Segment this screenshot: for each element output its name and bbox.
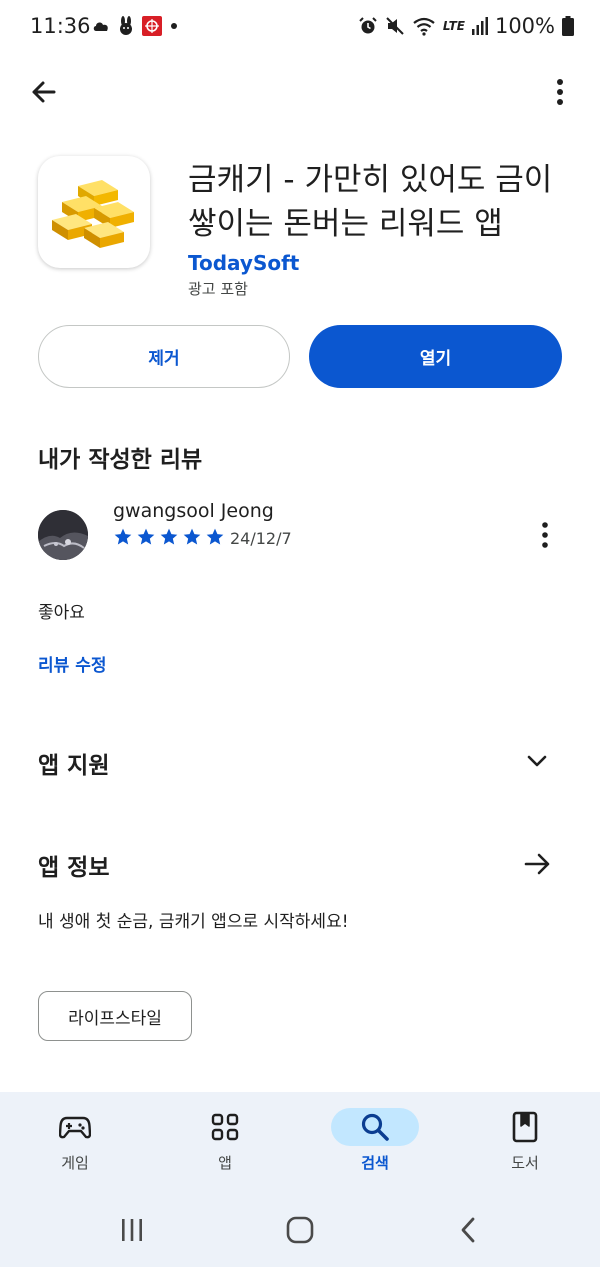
nav-item-books[interactable]: 도서 <box>450 1092 600 1184</box>
avatar-photo <box>38 510 88 560</box>
arrow-right-icon[interactable] <box>522 849 552 879</box>
status-time: 11:36 <box>30 14 91 38</box>
reviewer-name: gwangsool Jeong <box>113 500 274 522</box>
signal-icon <box>471 17 488 35</box>
nav-pill <box>481 1108 569 1146</box>
top-app-bar <box>0 62 600 122</box>
app-title: 금캐기 - 가만히 있어도 금이 쌓이는 돈버는 리워드 앱 <box>188 162 553 242</box>
back-arrow-icon[interactable] <box>24 72 64 112</box>
uninstall-button[interactable]: 제거 <box>38 325 290 388</box>
nav-pill-active <box>331 1108 419 1146</box>
system-back-icon <box>461 1217 475 1243</box>
chevron-down-icon[interactable] <box>522 746 552 776</box>
gold-bars-icon <box>52 180 134 248</box>
more-options-icon[interactable] <box>548 74 572 114</box>
nav-item-search[interactable]: 검색 <box>300 1092 450 1184</box>
status-notification-icons <box>92 16 178 36</box>
star-icon <box>206 528 224 545</box>
apps-grid-icon <box>211 1113 239 1141</box>
review-date: 24/12/7 <box>230 529 292 548</box>
star-icon <box>160 528 178 545</box>
review-text: 좋아요 <box>38 603 85 623</box>
network-type: LTE <box>442 19 465 33</box>
nav-pill <box>31 1108 119 1146</box>
system-navigation-bar <box>0 1200 600 1260</box>
recent-apps-button[interactable] <box>112 1212 152 1248</box>
app-info-title[interactable]: 앱 정보 <box>38 848 110 882</box>
my-review-title: 내가 작성한 리뷰 <box>38 447 203 473</box>
system-back-button[interactable] <box>448 1212 488 1248</box>
nav-label-apps: 앱 <box>218 1154 232 1172</box>
battery-percent: 100% <box>494 14 555 38</box>
developer-link[interactable]: TodaySoft <box>188 251 299 275</box>
dot-icon <box>171 23 177 29</box>
home-button[interactable] <box>280 1212 320 1248</box>
wifi-icon <box>413 17 435 36</box>
battery-icon <box>562 16 574 36</box>
search-icon <box>361 1113 389 1141</box>
avatar <box>38 510 88 560</box>
edit-review-link[interactable]: 리뷰 수정 <box>38 651 106 676</box>
nav-item-apps[interactable]: 앱 <box>150 1092 300 1184</box>
book-icon <box>512 1111 538 1143</box>
open-button[interactable]: 열기 <box>309 325 562 388</box>
recent-apps-icon <box>122 1219 142 1241</box>
mute-icon <box>386 17 404 35</box>
status-right-icons: LTE 100% <box>358 14 574 38</box>
gamepad-icon <box>59 1116 91 1139</box>
contains-ads-label: 광고 포함 <box>188 280 248 298</box>
nav-pill <box>181 1108 269 1146</box>
nav-label-search: 검색 <box>361 1154 389 1172</box>
category-chip[interactable]: 라이프스타일 <box>38 991 192 1041</box>
bottom-navigation: 게임 앱 검색 도서 <box>0 1092 600 1267</box>
nav-label-books: 도서 <box>511 1154 539 1172</box>
status-bar: 11:36 LTE 100% <box>0 0 600 56</box>
red-app-icon <box>142 16 162 36</box>
star-rating <box>113 527 225 547</box>
rabbit-icon <box>120 16 132 35</box>
nav-label-games: 게임 <box>61 1154 89 1172</box>
app-icon <box>38 156 150 268</box>
star-icon <box>183 528 201 545</box>
home-icon <box>286 1216 314 1244</box>
review-more-options-icon[interactable] <box>538 520 552 550</box>
cloud-icon <box>93 22 108 31</box>
app-support-title[interactable]: 앱 지원 <box>38 746 110 780</box>
star-icon <box>114 528 132 545</box>
alarm-icon <box>359 17 377 34</box>
app-description: 내 생애 첫 순금, 금캐기 앱으로 시작하세요! <box>38 912 349 932</box>
nav-item-games[interactable]: 게임 <box>0 1092 150 1184</box>
star-icon <box>137 528 155 545</box>
